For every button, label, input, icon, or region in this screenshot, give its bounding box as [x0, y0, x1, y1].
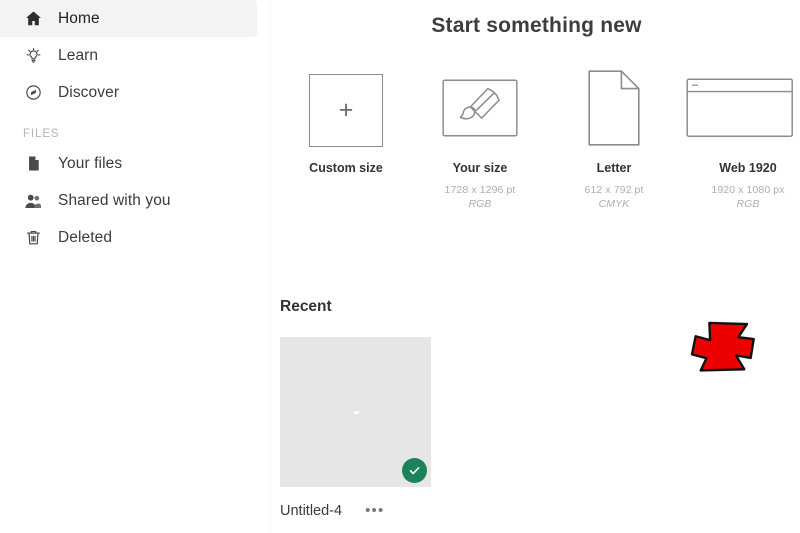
preset-dims: 1920 x 1080 px	[711, 184, 785, 196]
home-icon	[22, 8, 44, 30]
browser-window-icon	[686, 77, 794, 143]
application-root: Home Learn Discover FILES Your files Sha…	[0, 0, 800, 533]
preset-your-size[interactable]: Your size 1728 x 1296 pt RGB	[413, 68, 547, 210]
sidebar-item-label: Shared with you	[58, 191, 171, 209]
preset-color-mode: RGB	[468, 198, 492, 210]
preset-art	[681, 68, 800, 152]
paintbrush-canvas-icon	[442, 78, 518, 142]
preset-color-mode: CMYK	[598, 198, 630, 210]
people-icon	[22, 190, 44, 212]
recent-file-card[interactable]: Untitled-4 •••	[280, 337, 431, 519]
sidebar-item-shared-with-you[interactable]: Shared with you	[0, 182, 257, 219]
file-meta-row: Untitled-4 •••	[280, 503, 431, 519]
sidebar-item-label: Your files	[58, 154, 123, 172]
sidebar-item-home[interactable]: Home	[0, 0, 257, 37]
sidebar-item-your-files[interactable]: Your files	[0, 145, 257, 182]
sidebar-item-label: Learn	[58, 46, 99, 64]
recent-heading: Recent	[280, 297, 332, 315]
file-name: Untitled-4	[280, 503, 343, 519]
sidebar-item-label: Home	[58, 9, 100, 27]
plus-square-icon: +	[309, 73, 383, 147]
document-icon	[22, 153, 44, 175]
page-document-icon	[588, 69, 640, 151]
preset-custom-size[interactable]: + Custom size	[279, 68, 413, 184]
sidebar: Home Learn Discover FILES Your files Sha…	[0, 0, 271, 533]
preset-name: Letter	[596, 161, 632, 175]
trash-icon	[22, 227, 44, 249]
thumbnail-center-dot	[353, 411, 359, 414]
sidebar-item-label: Deleted	[58, 228, 113, 246]
preset-letter[interactable]: Letter 612 x 792 pt CMYK	[547, 68, 681, 210]
file-more-options-button[interactable]: •••	[365, 503, 384, 518]
check-circle-icon	[402, 458, 427, 483]
lightbulb-icon	[22, 45, 44, 67]
red-arrow-pointer	[689, 314, 759, 384]
sidebar-item-deleted[interactable]: Deleted	[0, 219, 257, 256]
file-thumbnail[interactable]	[280, 337, 431, 487]
preset-web-1920[interactable]: Web 1920 1920 x 1080 px RGB	[681, 68, 800, 210]
main-content: Start something new + Custom size Your s…	[271, 0, 800, 533]
sidebar-item-discover[interactable]: Discover	[0, 74, 257, 111]
preset-dims: 612 x 792 pt	[584, 184, 644, 196]
preset-name: Your size	[452, 161, 508, 175]
preset-name: Web 1920	[719, 161, 777, 175]
preset-dims: 1728 x 1296 pt	[444, 184, 516, 196]
plus-glyph: +	[338, 95, 354, 124]
sidebar-section-files-label: FILES	[23, 128, 60, 140]
preset-color-mode: RGB	[736, 198, 760, 210]
preset-art	[413, 68, 547, 152]
sidebar-item-label: Discover	[58, 83, 120, 101]
page-title: Start something new	[431, 14, 642, 38]
preset-list: + Custom size Your size 1728 x 1296 pt R…	[279, 68, 800, 210]
sidebar-item-learn[interactable]: Learn	[0, 37, 257, 74]
preset-art	[547, 68, 681, 152]
compass-icon	[22, 82, 44, 104]
preset-art: +	[279, 68, 413, 152]
preset-name: Custom size	[309, 161, 383, 175]
